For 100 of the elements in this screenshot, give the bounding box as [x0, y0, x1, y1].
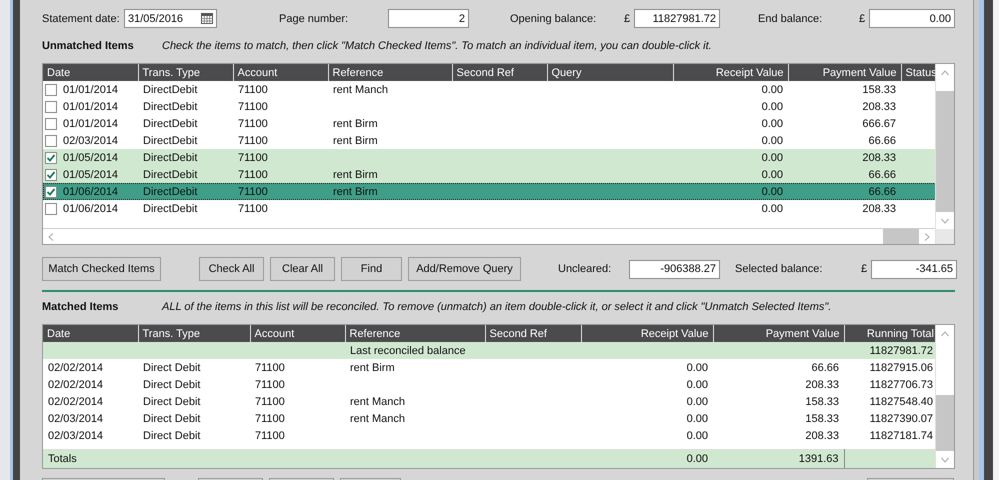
- table-cell: 01/05/2014: [63, 168, 118, 180]
- table-cell: 71100: [238, 84, 268, 96]
- table-cell: 158.33: [862, 84, 896, 96]
- column-header[interactable]: Status: [901, 64, 938, 81]
- checkbox[interactable]: [45, 186, 57, 198]
- vertical-scrollbar[interactable]: [935, 325, 954, 468]
- opening-balance-field[interactable]: 11827981.72: [634, 9, 720, 28]
- checkbox[interactable]: [45, 100, 57, 112]
- calendar-icon[interactable]: [201, 13, 213, 24]
- table-cell: 158.33: [805, 412, 839, 424]
- table-row[interactable]: 02/02/2014 Direct Debit 71100 0.00 208.33 11827706.73: [43, 376, 938, 393]
- table-cell: 208.33: [805, 430, 839, 442]
- date-field[interactable]: 31/05/2016: [124, 9, 217, 28]
- checkbox[interactable]: [45, 84, 57, 96]
- column-header[interactable]: Reference: [345, 325, 485, 342]
- table-row[interactable]: 01/06/2014 DirectDebit 71100 rent Birm 0.00 66.66: [43, 183, 938, 200]
- table-cell: rent Manch: [350, 412, 406, 424]
- table-cell: rent Birm: [333, 134, 378, 146]
- action-button[interactable]: Add/Remove Query: [408, 257, 521, 281]
- table-cell: 71100: [238, 118, 268, 130]
- table-row[interactable]: 02/02/2014 Direct Debit 71100 rent Manch 0.00 158.33 11827548.40: [43, 393, 938, 410]
- action-button[interactable]: Clear All: [270, 257, 335, 281]
- field-label: End balance:: [758, 12, 824, 24]
- column-header[interactable]: Account: [250, 325, 345, 342]
- column-header[interactable]: Payment Value: [788, 64, 901, 81]
- table-cell: DirectDebit: [143, 168, 198, 180]
- table-cell: 0.00: [762, 100, 783, 112]
- column-header[interactable]: Trans. Type: [138, 64, 233, 81]
- table-cell: Last reconciled balance: [350, 344, 466, 356]
- table-cell: 0.00: [762, 202, 783, 214]
- checkbox[interactable]: [45, 168, 57, 180]
- column-header[interactable]: Receipt Value: [673, 64, 788, 81]
- table-cell: 71100: [238, 202, 268, 214]
- table-cell: 0.00: [686, 453, 708, 465]
- checkbox[interactable]: [45, 134, 57, 146]
- table-cell: rent Manch: [350, 396, 406, 408]
- checkbox[interactable]: [45, 118, 57, 130]
- table-cell: rent Birm: [350, 362, 395, 374]
- scroll-thumb[interactable]: [883, 229, 919, 244]
- table-cell: 02/03/2014: [48, 412, 104, 424]
- page-number-field[interactable]: 2: [388, 9, 469, 28]
- table-row[interactable]: 01/06/2014 DirectDebit 71100 0.00 208.33: [43, 200, 938, 217]
- table-cell: Direct Debit: [143, 430, 200, 442]
- table-cell: 11827706.73: [870, 378, 933, 390]
- table-row[interactable]: 01/01/2014 DirectDebit 71100 rent Manch 0.00 158.33: [43, 81, 938, 98]
- table-row[interactable]: 02/03/2014 Direct Debit 71100 0.00 208.33 11827181.74: [43, 427, 938, 444]
- column-header[interactable]: Date: [43, 64, 138, 81]
- table-cell: 71100: [238, 134, 268, 146]
- end-balance-field[interactable]: 0.00: [869, 9, 955, 28]
- table-cell: 01/06/2014: [63, 186, 118, 198]
- column-header[interactable]: Date: [43, 325, 138, 342]
- selected-balance-field[interactable]: -341.65: [871, 260, 957, 278]
- action-button[interactable]: Match Checked Items: [42, 257, 161, 281]
- scroll-right-icon[interactable]: [924, 232, 930, 240]
- table-row[interactable]: 01/01/2014 DirectDebit 71100 0.00 208.33: [43, 98, 938, 115]
- table-row[interactable]: 02/03/2014 Direct Debit 71100 rent Manch 0.00 158.33 11827390.07: [43, 410, 938, 427]
- table-cell: Direct Debit: [143, 362, 200, 374]
- table-cell: 71100: [255, 412, 285, 424]
- scroll-thumb[interactable]: [936, 395, 954, 451]
- vertical-scrollbar[interactable]: [935, 64, 954, 244]
- checkbox[interactable]: [45, 202, 57, 214]
- column-header[interactable]: Receipt Value: [581, 325, 713, 342]
- column-header[interactable]: Query: [547, 64, 673, 81]
- table-row[interactable]: 01/05/2014 DirectDebit 71100 0.00 208.33: [43, 149, 938, 166]
- table-cell: 02/03/2014: [63, 134, 118, 146]
- table-row[interactable]: 02/03/2014 DirectDebit 71100 rent Birm 0.00 66.66: [43, 132, 938, 149]
- column-header[interactable]: Running Total: [844, 325, 938, 342]
- currency-symbol: £: [861, 263, 868, 275]
- table-cell: 0.00: [762, 118, 783, 130]
- column-header[interactable]: Account: [233, 64, 328, 81]
- table-row[interactable]: 02/02/2014 Direct Debit 71100 rent Birm 0.00 66.66 11827915.06: [43, 359, 938, 376]
- table-cell: 208.33: [862, 100, 896, 112]
- scroll-down-icon[interactable]: [941, 456, 949, 462]
- scroll-thumb[interactable]: [936, 81, 954, 91]
- scroll-up-icon[interactable]: [941, 330, 949, 336]
- table-row[interactable]: 01/01/2014 DirectDebit 71100 rent Birm 0.00 666.67: [43, 115, 938, 132]
- action-button[interactable]: Find: [341, 257, 402, 281]
- table-cell: Direct Debit: [143, 378, 200, 390]
- column-header[interactable]: Second Ref: [452, 64, 547, 81]
- column-header[interactable]: Payment Value: [713, 325, 844, 342]
- table-cell: 11827548.40: [870, 396, 933, 408]
- table-cell: DirectDebit: [143, 100, 198, 112]
- table-cell: 0.00: [762, 152, 783, 164]
- table-cell: rent Birm: [333, 168, 378, 180]
- field-label: Statement date:: [42, 12, 121, 24]
- table-row[interactable]: 01/05/2014 DirectDebit 71100 rent Birm 0.00 66.66: [43, 166, 938, 183]
- scroll-left-icon[interactable]: [48, 232, 54, 240]
- column-header[interactable]: Second Ref: [485, 325, 581, 342]
- action-button[interactable]: Check All: [199, 257, 264, 281]
- horizontal-scrollbar[interactable]: [43, 228, 935, 244]
- table-cell: 01/06/2014: [63, 202, 118, 214]
- column-header[interactable]: Reference: [328, 64, 452, 81]
- table-cell: DirectDebit: [143, 152, 198, 164]
- uncleared-field[interactable]: -906388.27: [629, 260, 720, 278]
- column-header[interactable]: Trans. Type: [138, 325, 250, 342]
- scroll-up-icon[interactable]: [941, 70, 949, 76]
- table-cell: 0.00: [762, 186, 783, 198]
- table-cell: Direct Debit: [143, 412, 200, 424]
- scroll-down-icon[interactable]: [941, 218, 949, 224]
- checkbox[interactable]: [45, 152, 57, 164]
